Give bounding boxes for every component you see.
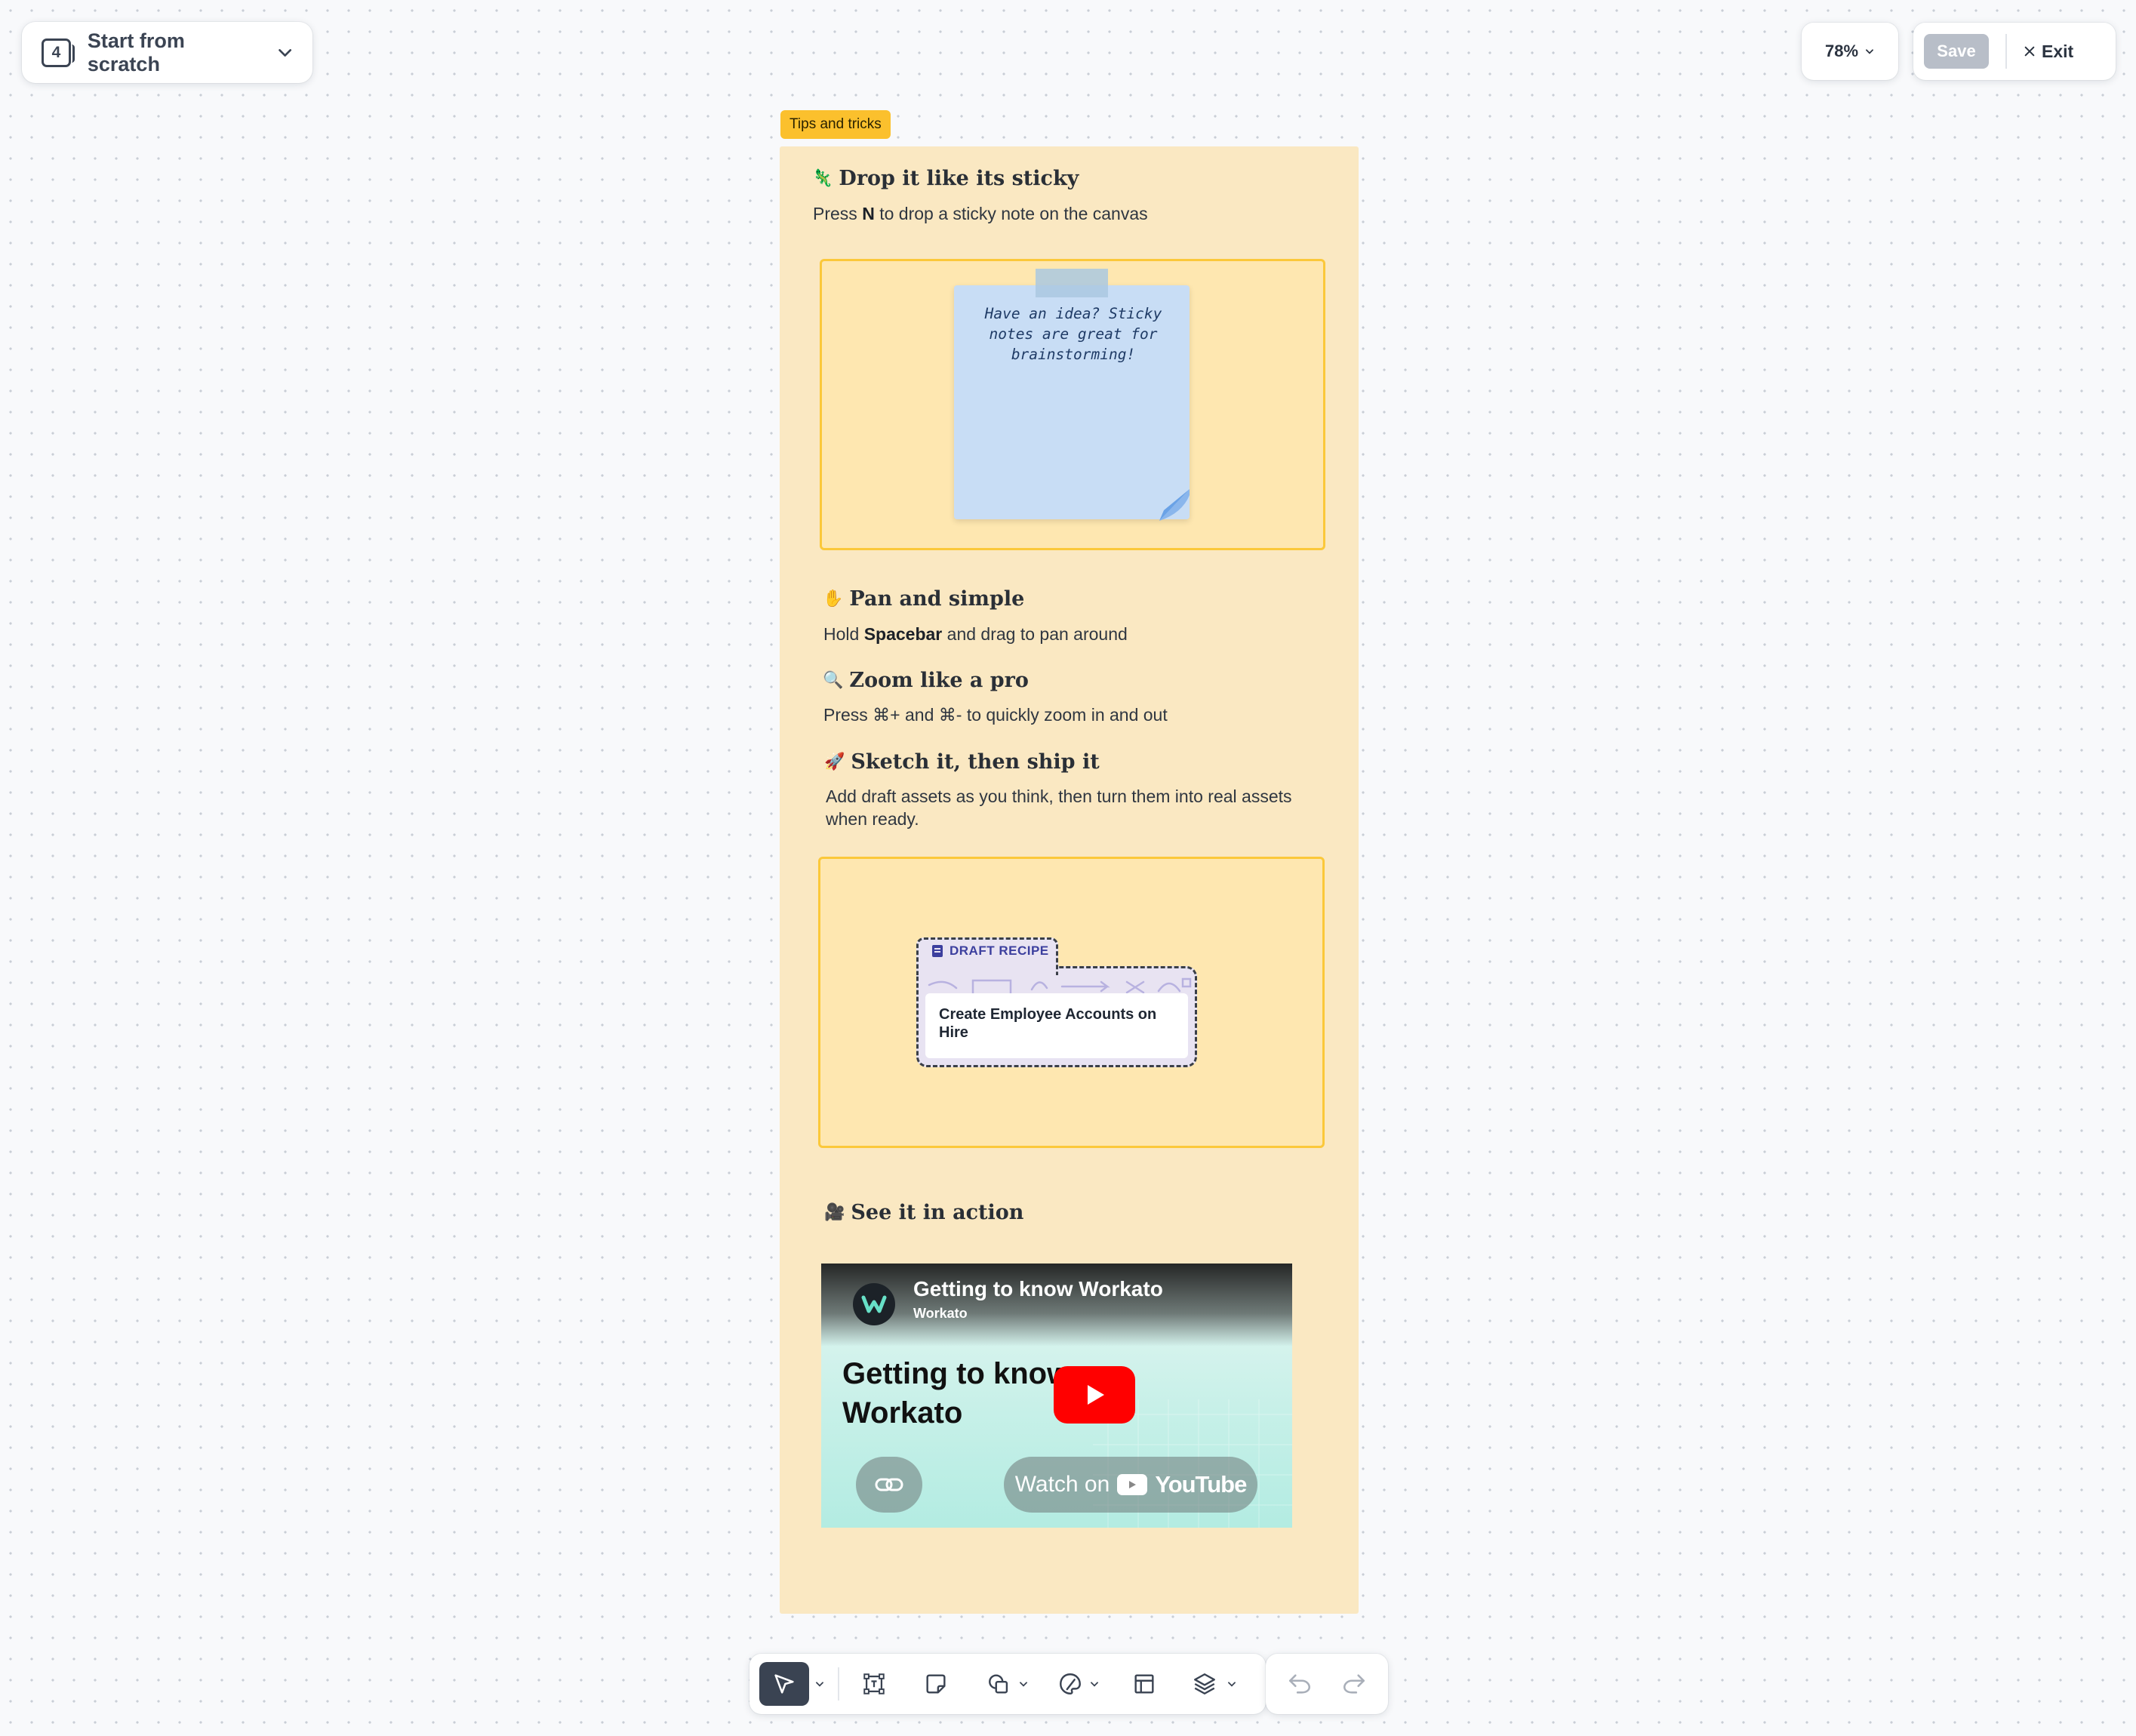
divider xyxy=(2005,34,2007,69)
undo-icon xyxy=(1288,1674,1311,1694)
chevron-down-icon xyxy=(278,48,291,57)
select-tool-dropdown[interactable] xyxy=(811,1662,829,1706)
shapes-icon xyxy=(989,1674,1008,1694)
layers-icon xyxy=(1194,1673,1215,1694)
exit-button[interactable]: Exit xyxy=(2024,42,2073,62)
save-exit-bar: Save Exit xyxy=(1913,23,2116,80)
shapes-tool-dropdown[interactable] xyxy=(1014,1662,1033,1706)
play-icon xyxy=(1088,1385,1104,1405)
youtube-icon xyxy=(1117,1474,1148,1495)
palette-icon xyxy=(1060,1673,1081,1694)
section-title-text: Pan and simple xyxy=(849,587,1025,611)
section-title-sticky: 🦎 Drop it like its sticky xyxy=(812,167,1079,190)
chevron-down-icon xyxy=(1091,1682,1098,1687)
video-title[interactable]: Getting to know Workato xyxy=(913,1277,1163,1301)
gecko-icon: 🦎 xyxy=(812,169,833,188)
chevron-down-icon xyxy=(816,1682,823,1687)
page-curl-icon xyxy=(1159,489,1190,521)
youtube-embed[interactable]: Getting to know Workato Workato Getting … xyxy=(821,1264,1292,1528)
zoom-dropdown[interactable]: 78% xyxy=(1802,23,1898,80)
video-channel[interactable]: Workato xyxy=(913,1306,968,1322)
undo-button[interactable] xyxy=(1279,1662,1321,1706)
scope-label: Start from scratch xyxy=(87,29,185,75)
start-from-scratch-dropdown[interactable]: 4 Start from scratch xyxy=(22,22,312,83)
frame-tool-button[interactable] xyxy=(1123,1662,1165,1706)
section-title-zoom: 🔍 Zoom like a pro xyxy=(823,669,1029,692)
select-tool-button[interactable] xyxy=(759,1662,809,1706)
redo-button[interactable] xyxy=(1333,1662,1375,1706)
chevron-down-icon xyxy=(1020,1682,1027,1687)
frame-icon xyxy=(1134,1674,1154,1694)
rocket-icon: 🚀 xyxy=(824,753,845,771)
magnifier-icon: 🔍 xyxy=(823,671,844,690)
section-title-video: 🎥 See it in action xyxy=(824,1201,1023,1224)
section-title-text: Sketch it, then ship it xyxy=(851,750,1100,774)
toolbar-divider xyxy=(838,1667,839,1701)
text-frame-tool-button[interactable] xyxy=(853,1662,895,1706)
section-title-pan: ✋ Pan and simple xyxy=(823,587,1024,611)
section-title-text: See it in action xyxy=(851,1201,1024,1224)
hand-icon: ✋ xyxy=(823,589,844,608)
close-icon xyxy=(2024,46,2035,57)
redo-icon xyxy=(1343,1674,1365,1694)
play-button[interactable] xyxy=(1054,1366,1135,1424)
section-desc-zoom: Press ⌘+ and ⌘- to quickly zoom in and o… xyxy=(823,705,1168,725)
tips-tag: Tips and tricks xyxy=(780,110,891,139)
chevron-down-icon xyxy=(1228,1682,1236,1687)
layers-tool-dropdown[interactable] xyxy=(1223,1662,1241,1706)
section-title-sketch: 🚀 Sketch it, then ship it xyxy=(824,750,1100,774)
sticky-note-icon xyxy=(926,1674,946,1694)
link-icon xyxy=(875,1478,903,1491)
youtube-wordmark: YouTube xyxy=(1155,1471,1247,1497)
text-box-icon xyxy=(863,1673,885,1694)
document-icon xyxy=(932,945,943,957)
exit-label: Exit xyxy=(2042,41,2074,61)
draw-tool-dropdown[interactable] xyxy=(1085,1662,1103,1706)
draft-recipe-name: Create Employee Accounts on Hire xyxy=(925,993,1188,1058)
section-title-text: Drop it like its sticky xyxy=(839,167,1079,190)
scope-count-icon: 4 xyxy=(42,38,75,67)
sticky-note-text: Have an idea? Sticky notes are great for… xyxy=(984,305,1162,363)
copy-link-button[interactable] xyxy=(856,1457,922,1513)
section-desc-sketch: Add draft assets as you think, then turn… xyxy=(826,786,1292,829)
watch-label: Watch on xyxy=(1014,1472,1110,1497)
draft-recipe-label: DRAFT RECIPE xyxy=(931,943,1049,959)
sticky-tape xyxy=(1036,269,1108,297)
save-button[interactable]: Save xyxy=(1924,34,1989,69)
zoom-level: 78% xyxy=(1824,42,1859,60)
layers-tool-button[interactable] xyxy=(1183,1662,1226,1706)
watch-on-youtube-button[interactable]: Watch on YouTube xyxy=(1004,1457,1257,1513)
section-title-text: Zoom like a pro xyxy=(849,669,1029,692)
chevron-down-icon xyxy=(1866,49,1873,54)
cursor-arrow-icon xyxy=(774,1674,794,1694)
section-desc-sticky: Press N to drop a sticky note on the can… xyxy=(813,204,1148,223)
section-desc-pan: Hold Spacebar and drag to pan around xyxy=(823,624,1128,644)
video-thumbnail-text: Getting to know Workato xyxy=(842,1357,1071,1430)
workato-logo-icon[interactable] xyxy=(853,1283,895,1325)
video-camera-icon: 🎥 xyxy=(824,1203,845,1222)
sticky-note-tool-button[interactable] xyxy=(915,1662,957,1706)
